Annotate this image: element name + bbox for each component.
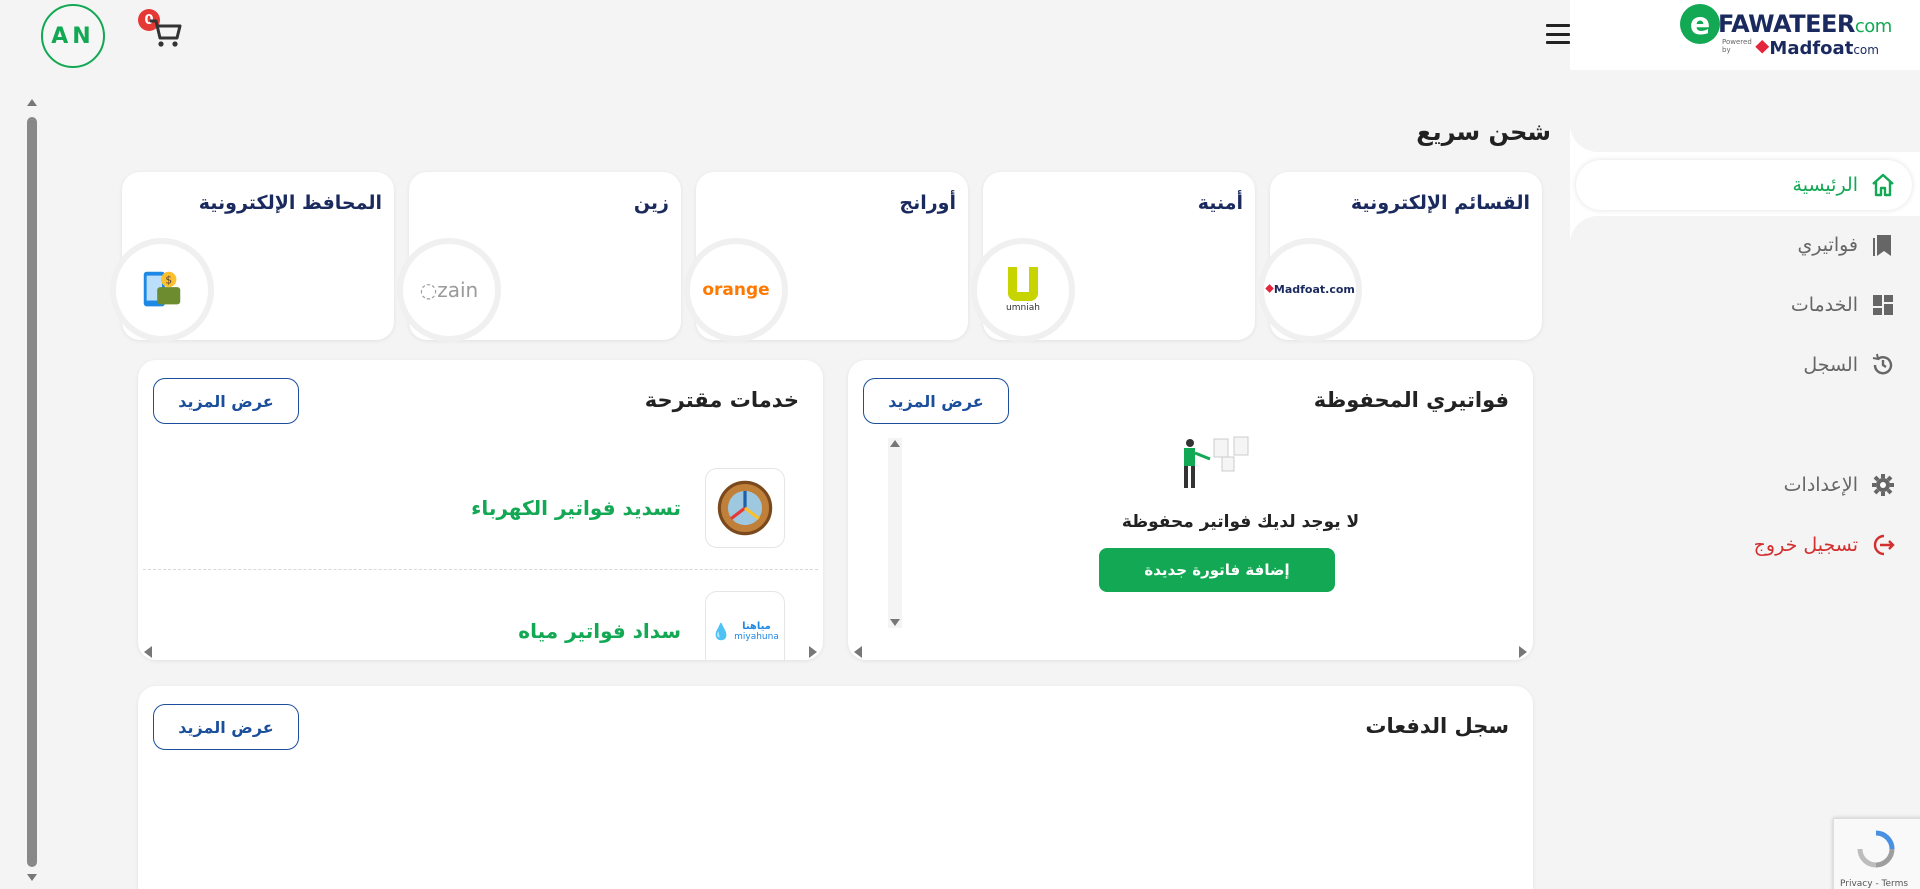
payments-log-more-button[interactable]: عرض المزيد <box>153 704 299 750</box>
svg-text:$: $ <box>165 274 172 286</box>
history-icon <box>1872 353 1893 375</box>
sidebar-item-services[interactable]: الخدمات <box>1791 289 1896 321</box>
payments-log-title: سجل الدفعات <box>1365 714 1509 738</box>
zain-logo: ◌zain <box>397 238 501 342</box>
sidebar-item-settings[interactable]: الإعدادات <box>1784 469 1896 501</box>
saved-bills-title: فواتيري المحفوظة <box>1313 388 1509 412</box>
sidebar-item-history[interactable]: السجل <box>1803 349 1896 381</box>
grid-icon <box>1873 295 1893 315</box>
saved-bills-hscroll[interactable] <box>848 642 1533 660</box>
orange-logo: orange <box>684 238 788 342</box>
wallet-icon: $ <box>110 238 214 342</box>
saved-bills-scrollbar[interactable] <box>888 438 902 628</box>
cart-icon[interactable] <box>147 14 183 50</box>
electricity-icon <box>705 468 785 548</box>
quick-card-orange[interactable]: أورانج orange <box>684 172 968 342</box>
empty-bills-illustration <box>1178 435 1258 495</box>
service-electricity[interactable]: تسديد فواتير الكهرباء <box>471 468 785 548</box>
recaptcha-badge[interactable]: Privacy - Terms <box>1833 818 1920 889</box>
suggested-services-panel: خدمات مقترحة عرض المزيد تسديد فواتير الك… <box>138 360 823 660</box>
madfoat-logo: ⯁Madfoat.com <box>1258 238 1362 342</box>
sidebar-item-my-bills[interactable]: فواتيري <box>1797 229 1896 261</box>
fawateer-logo[interactable]: e FAWATEERcom Powered by ⯁Madfoatcom <box>1680 2 1892 62</box>
suggested-services-hscroll[interactable] <box>138 642 823 660</box>
menu-icon[interactable] <box>1546 24 1570 44</box>
sidebar: e FAWATEERcom Powered by ⯁Madfoatcom الر… <box>1570 0 1920 889</box>
sidebar-item-home[interactable]: الرئيسية <box>1793 169 1896 201</box>
suggested-services-title: خدمات مقترحة <box>644 388 799 412</box>
recaptcha-icon <box>1857 830 1895 868</box>
main-scrollbar[interactable] <box>25 95 39 885</box>
home-icon <box>1872 173 1894 197</box>
gear-icon <box>1872 474 1894 496</box>
top-bar: AN 0 <box>0 0 1570 70</box>
payments-log-panel: سجل الدفعات عرض المزيد <box>138 686 1533 889</box>
quick-card-zain[interactable]: زين ◌zain <box>397 172 681 342</box>
saved-bills-more-button[interactable]: عرض المزيد <box>863 378 1009 424</box>
avatar[interactable]: AN <box>41 4 105 68</box>
suggested-services-more-button[interactable]: عرض المزيد <box>153 378 299 424</box>
quick-card-umniah[interactable]: أمنية umniah <box>971 172 1255 342</box>
sidebar-item-logout[interactable]: تسجيل خروج <box>1754 529 1896 561</box>
quick-topup-title: شحن سريع <box>1416 118 1551 146</box>
umniah-logo: umniah <box>971 238 1075 342</box>
quick-card-e-wallets[interactable]: المحافظ الإلكترونية $ <box>110 172 394 342</box>
logout-icon <box>1873 534 1895 556</box>
add-new-bill-button[interactable]: إضافة فاتورة جديدة <box>1099 548 1335 592</box>
bookmark-icon <box>1873 235 1891 256</box>
saved-bills-panel: فواتيري المحفوظة عرض المزيد لا يوجد لديك… <box>848 360 1533 660</box>
empty-bills-message: لا يوجد لديك فواتير محفوظة <box>1121 512 1360 532</box>
quick-card-e-vouchers[interactable]: القسائم الإلكترونية ⯁Madfoat.com <box>1258 172 1542 342</box>
